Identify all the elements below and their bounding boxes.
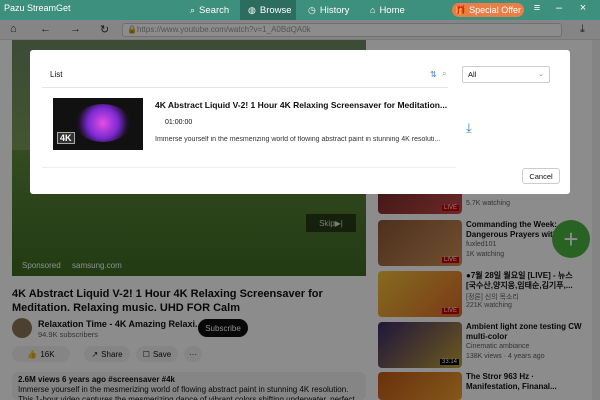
cancel-button[interactable]: Cancel <box>522 168 560 184</box>
tab-browse-label: Browse <box>259 4 292 16</box>
item-description: Immerse yourself in the mesmerizing worl… <box>155 136 441 143</box>
special-offer-button[interactable]: 🎁 Special Offer <box>452 3 524 17</box>
tab-history[interactable]: ◷ History <box>300 0 357 20</box>
list-header: List ⇅ ⌕ <box>42 62 448 88</box>
search-icon[interactable]: ⌕ <box>442 69 446 79</box>
tab-home-label: Home <box>379 4 405 16</box>
download-list-dialog: List ⇅ ⌕ All ⌄ 4K 4K Abstract Liquid V-2… <box>30 50 570 194</box>
minimize-icon[interactable]: – <box>552 2 566 14</box>
title-bar: Pazu StreamGet ⌕ Search ◍ Browse ◷ Histo… <box>0 0 600 20</box>
filter-value: All <box>468 70 477 79</box>
sort-icon[interactable]: ⇅ <box>430 70 437 79</box>
history-icon: ◷ <box>308 4 316 15</box>
item-title: 4K Abstract Liquid V-2! 1 Hour 4K Relaxi… <box>155 100 447 110</box>
search-icon: ⌕ <box>190 4 196 15</box>
4k-badge: 4K <box>57 132 75 144</box>
menu-icon[interactable]: ≡ <box>530 2 544 14</box>
tab-search[interactable]: ⌕ Search <box>182 0 237 20</box>
special-offer-label: Special Offer <box>469 5 522 15</box>
thumbnail-art <box>75 104 131 142</box>
app-title: Pazu StreamGet <box>4 3 71 13</box>
gift-icon: 🎁 <box>454 4 467 15</box>
filter-select[interactable]: All ⌄ <box>462 66 550 83</box>
tab-search-label: Search <box>199 4 230 16</box>
globe-icon: ◍ <box>248 4 256 15</box>
tab-home[interactable]: ⌂ Home <box>362 0 413 20</box>
list-item[interactable]: 4K 4K Abstract Liquid V-2! 1 Hour 4K Rel… <box>42 88 456 168</box>
download-icon[interactable]: ⤓ <box>466 120 472 136</box>
tab-history-label: History <box>319 4 350 16</box>
video-thumbnail: 4K <box>53 98 143 150</box>
tab-browse[interactable]: ◍ Browse <box>240 0 296 20</box>
item-duration: 01:00:00 <box>165 119 193 126</box>
home-icon: ⌂ <box>370 5 376 15</box>
list-label: List <box>50 70 63 79</box>
chevron-down-icon: ⌄ <box>538 71 544 78</box>
close-icon[interactable]: × <box>576 2 590 14</box>
